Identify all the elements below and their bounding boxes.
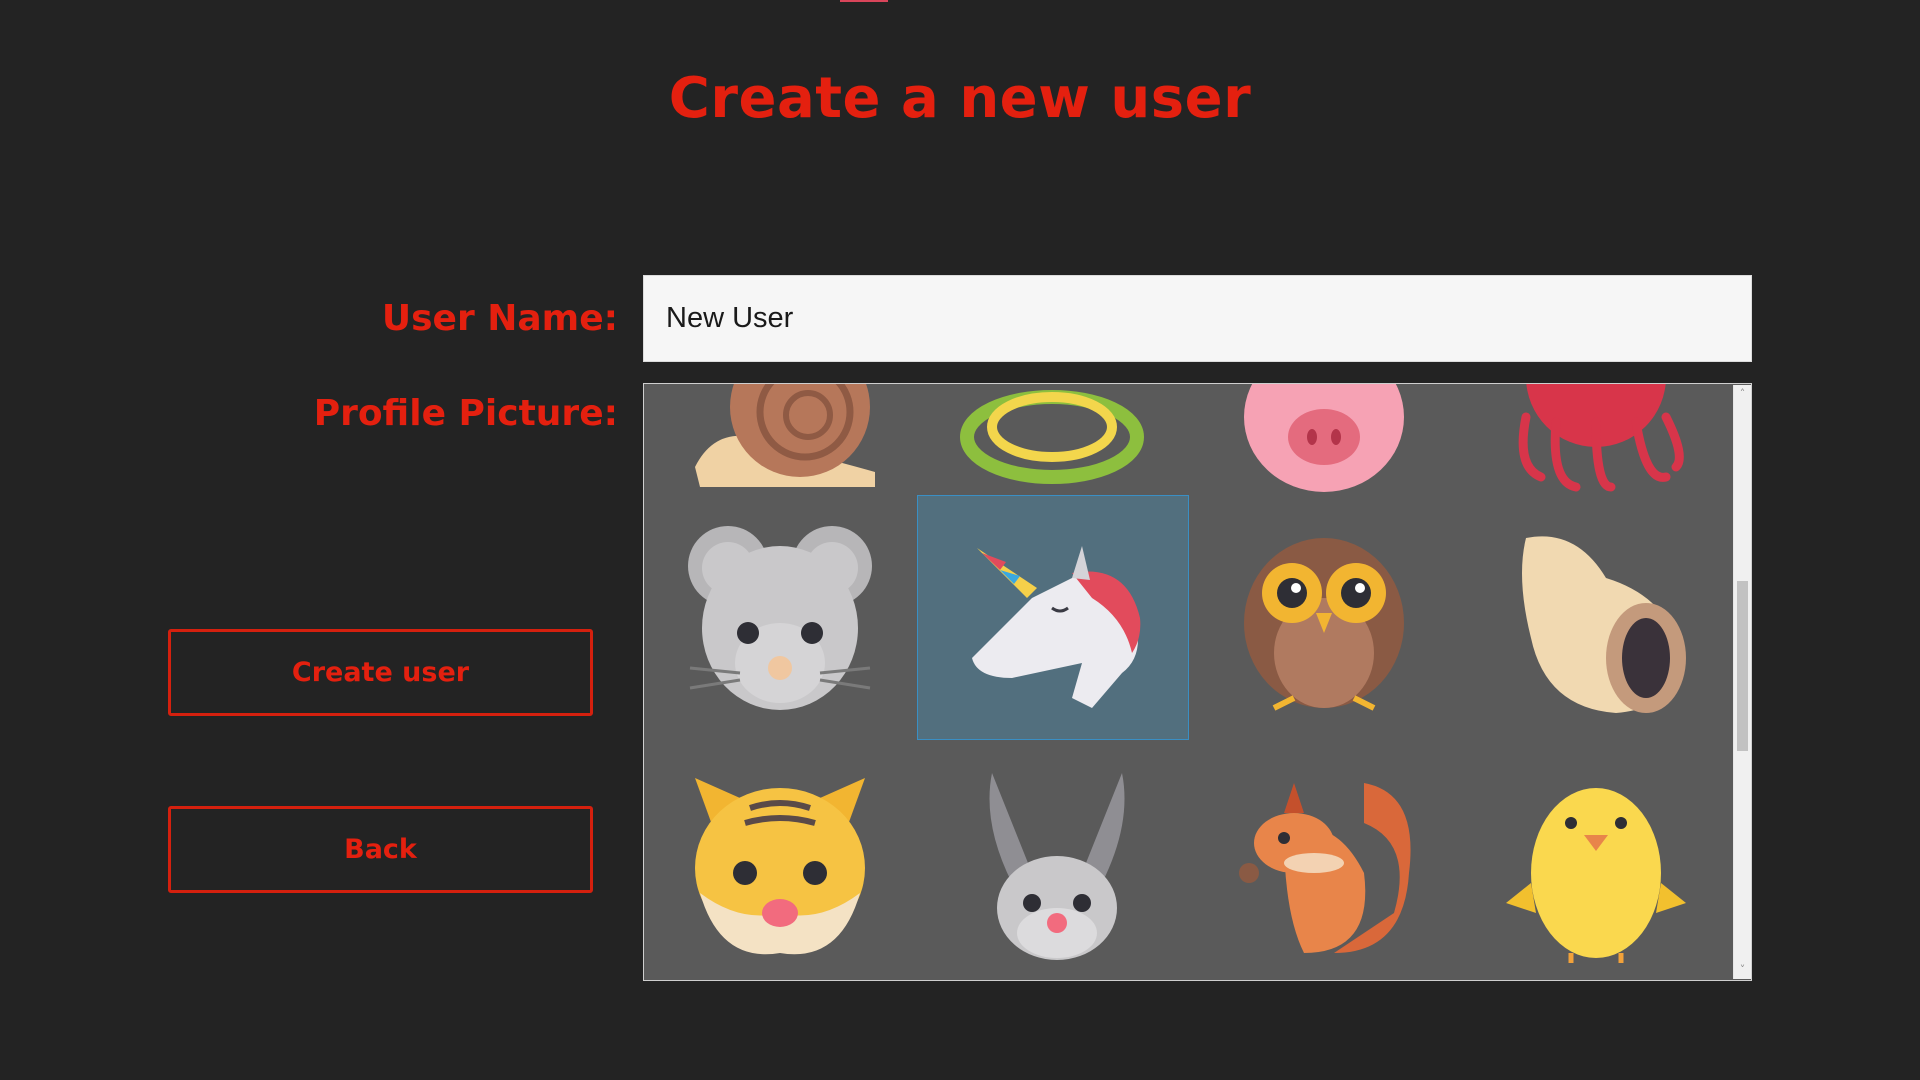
profile-picture-picker[interactable]	[643, 383, 1752, 981]
avatar-chick[interactable]	[1460, 740, 1732, 980]
snake-icon	[960, 389, 1144, 484]
avatar-mouse[interactable]	[644, 495, 916, 740]
pig-icon	[1244, 384, 1404, 492]
picker-scrollbar[interactable]: ˄ ˅	[1733, 385, 1751, 979]
page-title: Create a new user	[668, 66, 1252, 131]
avatar-owl[interactable]	[1188, 495, 1460, 740]
avatar-unicorn[interactable]	[916, 495, 1188, 740]
seashell-icon	[1522, 535, 1686, 713]
mouse-icon	[688, 525, 872, 710]
create-user-button[interactable]: Create user	[168, 629, 593, 716]
unicorn-icon	[972, 545, 1141, 708]
squirrel-icon	[1239, 782, 1411, 953]
chick-icon	[1506, 787, 1686, 963]
window-tab-indicator	[840, 0, 888, 2]
back-button[interactable]: Back	[168, 806, 593, 893]
user-name-input[interactable]	[643, 275, 1752, 362]
scroll-down-icon[interactable]: ˅	[1734, 962, 1751, 978]
profile-picture-label: Profile Picture:	[313, 393, 618, 434]
user-name-label: User Name:	[381, 298, 618, 339]
avatar-seashell[interactable]	[1460, 495, 1732, 740]
tiger-icon	[695, 777, 865, 954]
avatar-squirrel[interactable]	[1188, 740, 1460, 980]
snail-icon	[695, 384, 875, 487]
scrollbar-thumb[interactable]	[1737, 581, 1748, 751]
scroll-up-icon[interactable]: ˄	[1734, 386, 1751, 402]
avatar-tiger[interactable]	[644, 740, 916, 980]
rabbit-icon	[989, 772, 1125, 960]
octopus-icon	[1518, 384, 1684, 491]
avatar-rabbit[interactable]	[916, 740, 1188, 980]
owl-icon	[1244, 537, 1404, 711]
